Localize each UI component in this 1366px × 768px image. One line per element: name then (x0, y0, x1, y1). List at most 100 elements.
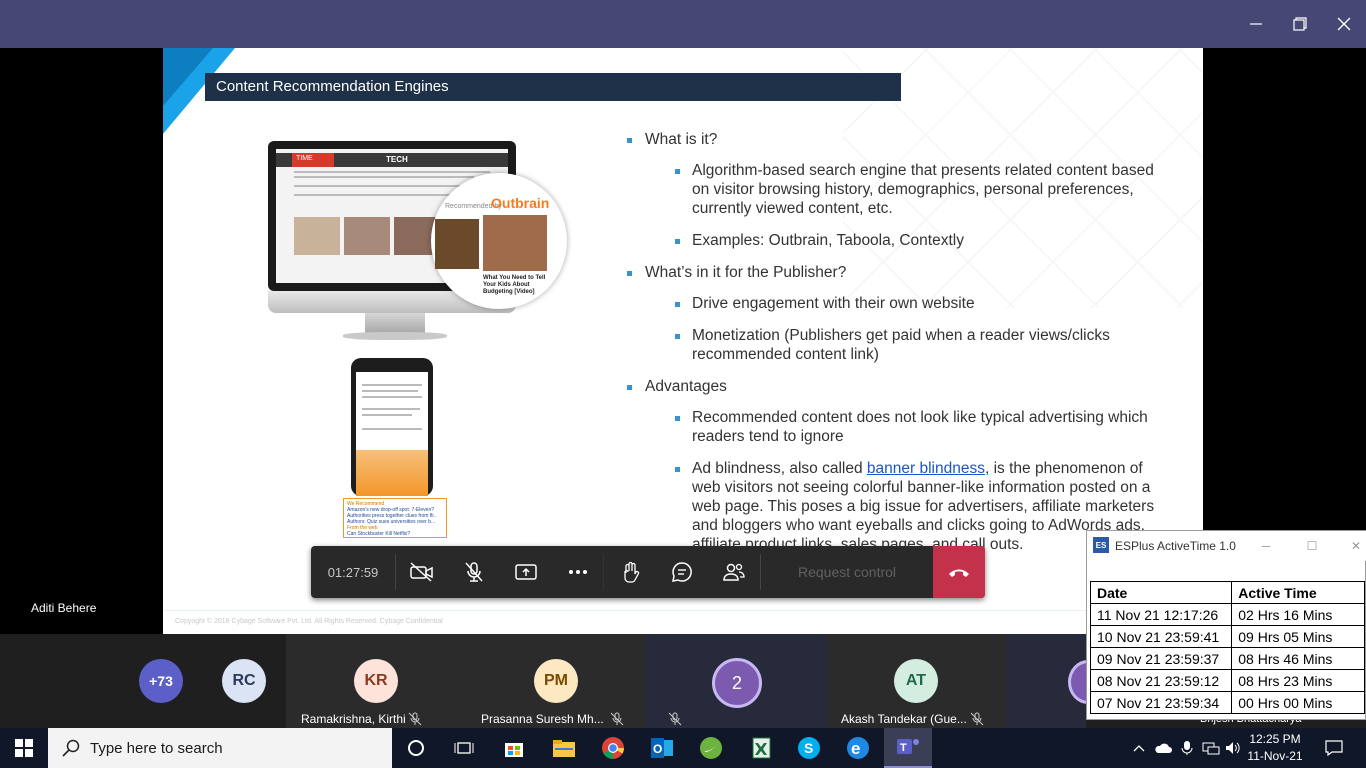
screen: Content Recommendation Engines TIME TECH… (0, 0, 1366, 768)
svg-text:T: T (900, 742, 907, 754)
column-header-active-time: Active Time (1231, 581, 1365, 604)
participant-tile[interactable]: AT Akash Tandekar (Gue... (826, 634, 1006, 728)
bullet-level2: Algorithm-based search engine that prese… (625, 161, 1165, 218)
table-row: 09 Nov 21 23:59:37 08 Hrs 46 Mins (1089, 647, 1365, 670)
maximize-icon[interactable]: ☐ (1301, 535, 1323, 557)
close-icon[interactable]: ✕ (1345, 535, 1366, 557)
svg-text:O: O (653, 742, 662, 756)
mic-muted-icon (970, 712, 984, 726)
time-logo: TIME (292, 153, 334, 167)
phone-recommendation-widget: We Recommend Amazon's new drop-off spot:… (343, 498, 447, 538)
participant-tile[interactable] (1006, 634, 1108, 728)
bullet-level1: What’s in it for the Publisher? (625, 263, 1165, 282)
participant-tile[interactable]: KR Ramakrishna, Kirthi (286, 634, 466, 728)
minimize-icon[interactable] (1236, 4, 1276, 44)
participant-name: Akash Tandekar (Gue... (841, 712, 967, 726)
mic-muted-icon (610, 712, 624, 726)
participants-icon[interactable] (714, 552, 754, 592)
hang-up-icon[interactable] (933, 546, 985, 598)
clock-time: 12:25 PM (1249, 732, 1301, 746)
close-icon[interactable] (1324, 4, 1364, 44)
bullet-level1: Advantages (625, 377, 1165, 396)
bullet-level2: Monetization (Publishers get paid when a… (625, 326, 1165, 364)
camera-off-icon[interactable] (402, 552, 442, 592)
avatar[interactable]: RC (222, 659, 266, 703)
participant-name: Prasanna Suresh Mh... (481, 712, 604, 726)
monitor-foot (343, 332, 447, 340)
raise-hand-icon[interactable] (610, 552, 650, 592)
table-cell: 08 Nov 21 23:59:12 (1089, 669, 1233, 692)
table-row: 08 Nov 21 23:59:12 08 Hrs 23 Mins (1089, 669, 1365, 692)
taskbar-search-box[interactable]: Type here to search (48, 728, 392, 768)
bullet-ad-blindness: Ad blindness, also called banner blindne… (625, 459, 1165, 554)
table-cell: 08 Hrs 46 Mins (1231, 647, 1365, 670)
maximize-icon[interactable] (1280, 4, 1320, 44)
table-row: 11 Nov 21 12:17:26 02 Hrs 16 Mins (1089, 603, 1365, 626)
chat-icon[interactable] (662, 552, 702, 592)
volume-icon[interactable] (1222, 732, 1244, 764)
bullet-level2: Examples: Outbrain, Taboola, Contextly (625, 231, 1165, 250)
tech-label: TECH (386, 155, 408, 164)
avatar: AT (894, 659, 938, 703)
windows-start-icon[interactable] (0, 728, 48, 768)
overflow-participants-button[interactable]: +73 (139, 659, 183, 703)
bullet-text: Ad blindness, also called (692, 460, 867, 477)
mic-muted-icon (408, 712, 422, 726)
windows-taskbar: Type here to search O S e T 12:25 PM 11-… (0, 728, 1366, 768)
task-view-icon[interactable] (444, 732, 484, 764)
meeting-timer: 01:27:59 (327, 564, 379, 580)
phone-web-item: Can Stockbuster Kill Netflix? (347, 531, 411, 537)
spring-icon[interactable] (691, 732, 731, 764)
cortana-icon[interactable] (396, 732, 436, 764)
slide-title-band: Content Recommendation Engines (205, 73, 901, 101)
banner-blindness-link[interactable]: banner blindness (867, 460, 985, 477)
bullet-level2: Recommended content does not look like t… (625, 408, 1165, 446)
avatar: 2 (712, 658, 762, 708)
table-cell: 00 Hrs 00 Mins (1231, 691, 1365, 714)
store-icon[interactable] (494, 732, 534, 764)
edge-icon[interactable]: e (838, 732, 878, 764)
request-control-button[interactable]: Request control (771, 546, 923, 598)
chevron-up-icon[interactable] (1128, 732, 1150, 764)
slide-title: Content Recommendation Engines (216, 78, 449, 95)
taskbar-clock[interactable]: 12:25 PM 11-Nov-21 (1242, 731, 1308, 765)
presenter-name: Aditi Behere (31, 601, 97, 615)
network-icon[interactable] (1200, 732, 1222, 764)
notifications-icon[interactable] (1316, 732, 1352, 764)
teams-icon[interactable]: T (884, 728, 932, 768)
esplus-logo-icon: ES (1093, 537, 1109, 553)
outlook-icon[interactable]: O (642, 732, 682, 764)
meeting-toolbar: 01:27:59 Request control (311, 546, 985, 598)
active-time-table: Date Active Time 11 Nov 21 12:17:26 02 Hr… (1089, 581, 1365, 714)
table-row: 07 Nov 21 23:59:34 00 Hrs 00 Mins (1089, 691, 1365, 714)
more-icon[interactable] (558, 552, 598, 592)
svg-text:S: S (804, 740, 813, 756)
bullet-level1: What is it? (625, 130, 1165, 149)
table-cell: 10 Nov 21 23:59:41 (1089, 625, 1233, 648)
table-cell: 09 Nov 21 23:59:37 (1089, 647, 1233, 670)
excel-icon[interactable] (740, 732, 780, 764)
share-tray-icon[interactable] (506, 552, 546, 592)
outbrain-caption: What You Need to Tell Your Kids About Bu… (483, 275, 546, 295)
outbrain-logo: Outbrain (491, 195, 550, 211)
esplus-window: ES ESPlus ActiveTime 1.0 ─ ☐ ✕ Date Acti… (1086, 530, 1366, 720)
clock-date: 11-Nov-21 (1247, 749, 1303, 763)
phone-illustration (351, 358, 433, 496)
slide-bullets: What is it? Algorithm-based search engin… (625, 130, 1165, 567)
skype-icon[interactable]: S (789, 732, 829, 764)
mic-off-icon[interactable] (454, 552, 494, 592)
file-explorer-icon[interactable] (544, 732, 584, 764)
teams-title-bar (0, 0, 1366, 48)
minimize-icon[interactable]: ─ (1255, 535, 1277, 557)
svg-text:e: e (851, 739, 860, 758)
search-icon (62, 739, 80, 757)
chrome-icon[interactable] (593, 732, 633, 764)
table-row: 10 Nov 21 23:59:41 09 Hrs 05 Mins (1089, 625, 1365, 648)
participant-tile[interactable]: 2 (646, 634, 826, 728)
cloud-icon[interactable] (1152, 732, 1174, 764)
participant-tile[interactable]: PM Prasanna Suresh Mh... (466, 634, 646, 728)
microphone-icon[interactable] (1176, 732, 1198, 764)
slide-copyright: Copyright © 2018 Cybage Software Pvt. Lt… (175, 618, 443, 625)
table-cell: 07 Nov 21 23:59:34 (1089, 691, 1233, 714)
outbrain-callout: Recommended by Outbrain What You Need to… (431, 173, 567, 309)
